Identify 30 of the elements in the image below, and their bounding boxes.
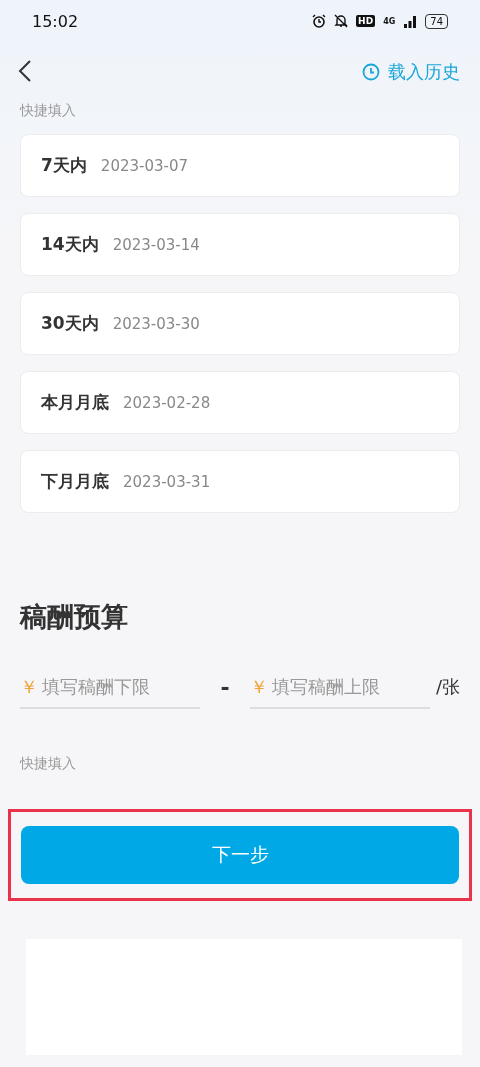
option-label: 7天内	[41, 154, 87, 177]
hd-badge: HD	[356, 15, 376, 27]
option-date: 2023-03-30	[112, 314, 200, 333]
option-label: 下月月底	[41, 470, 109, 493]
section-title: 稿酬预算	[20, 601, 128, 632]
option-label: 14天内	[41, 233, 99, 256]
currency-sign: ￥	[20, 675, 38, 699]
date-option[interactable]: 本月月底 2023-02-28	[20, 371, 460, 434]
range-separator: -	[219, 674, 231, 700]
network-type: 4G	[383, 16, 396, 26]
option-label: 30天内	[41, 312, 99, 335]
battery-indicator: 74	[425, 13, 448, 29]
date-option[interactable]: 7天内 2023-03-07	[20, 134, 460, 197]
clock-icon	[362, 63, 380, 81]
currency-sign: ￥	[250, 675, 268, 699]
date-option[interactable]: 下月月底 2023-03-31	[20, 450, 460, 513]
bell-muted-icon	[334, 14, 349, 28]
signal-icon	[403, 14, 418, 28]
option-date: 2023-03-07	[100, 156, 189, 175]
status-time: 15:02	[32, 11, 79, 31]
option-label: 本月月底	[41, 391, 109, 414]
section-label: 快捷填入	[20, 755, 76, 771]
section-label: 快捷填入	[20, 102, 76, 118]
unit-label: /张	[435, 675, 460, 699]
alarm-icon	[312, 14, 327, 28]
option-date: 2023-02-28	[123, 393, 211, 412]
date-option[interactable]: 30天内 2023-03-30	[20, 292, 460, 355]
option-date: 2023-03-14	[112, 235, 200, 254]
date-option[interactable]: 14天内 2023-03-14	[20, 213, 460, 276]
option-date: 2023-03-31	[123, 472, 211, 491]
